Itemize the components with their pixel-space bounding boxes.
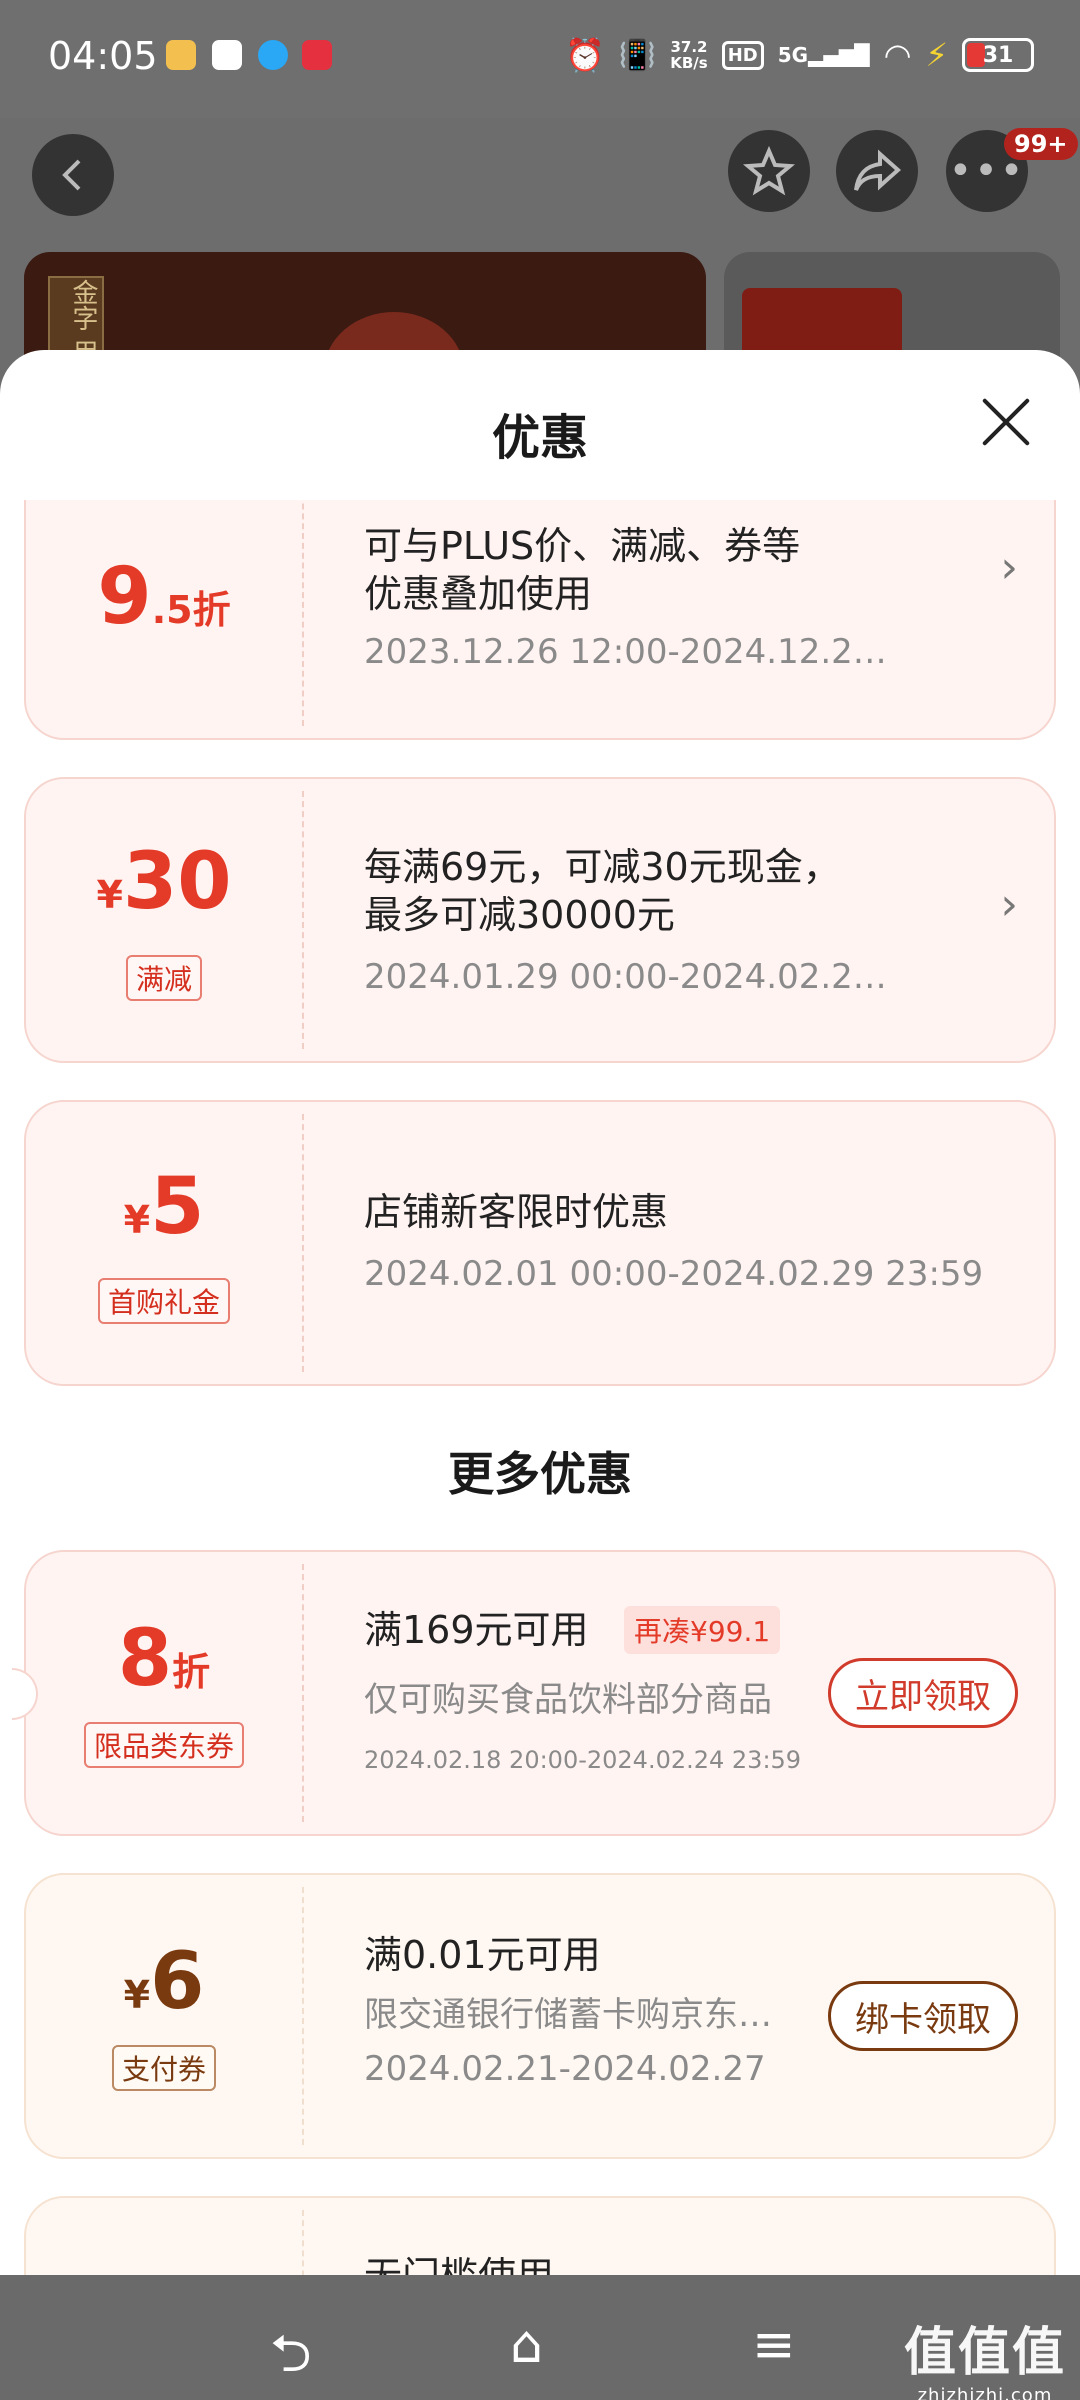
coupon-hint: 再凑¥99.1 [624,1606,781,1654]
promotions-sheet: 优惠 9.5折 可与PLUS价、满减、券等 优惠叠加使用 2023.12.26 … [0,350,1080,2275]
coupon-tag: 支付券 [111,2045,217,2091]
discount-value: 9.5折 [97,552,231,642]
favorite-button[interactable] [728,130,810,212]
promotion-desc: 每满69元，可减30元现金， 最多可减30000元 [364,845,841,937]
status-icons: ⏰ 📳 37.2 KB/s HD 5G▂▄▆█ ◠ ⚡ 31 [565,36,1034,74]
hd-icon: HD [721,40,764,70]
more-promotions-title: 更多优惠 [448,1447,632,1501]
watermark: 值值值 zhizhizhi.com [903,2323,1066,2400]
app-mail-icon [212,40,242,70]
claim-now-button[interactable]: 立即领取 [828,1658,1018,1728]
app-xiaohongshu-icon [302,40,332,70]
charging-icon: ⚡ [925,36,948,74]
coupon-condition: 满169元可用 [364,1608,589,1652]
coupon-card[interactable]: 无门槛使用 [24,2196,1056,2275]
coupon-tag: 限品类东券 [83,1722,245,1768]
chevron-right-icon: › [1000,879,1018,930]
promotion-list[interactable]: 9.5折 可与PLUS价、满减、券等 优惠叠加使用 2023.12.26 12:… [0,500,1080,2275]
promotion-card[interactable]: 9.5折 可与PLUS价、满减、券等 优惠叠加使用 2023.12.26 12:… [24,500,1056,740]
promotion-date: 2024.02.01 00:00-2024.02.29 23:59 [364,1254,984,1294]
chevron-right-icon: › [1000,542,1018,593]
coupon-card[interactable]: ¥6 支付券 满0.01元可用 限交通银行储蓄卡购京东… 2024.02.21-… [24,1873,1056,2159]
battery-icon: 31 [962,38,1034,72]
chevron-left-icon [62,159,81,191]
coupon-condition: 无门槛使用 [364,2252,554,2275]
nav-back-icon[interactable]: ⮌ [270,2315,312,2400]
message-badge: 99+ [1004,128,1078,160]
coupon-date: 2024.02.18 20:00-2024.02.24 23:59 [364,1746,802,1774]
promotion-tag: 首购礼金 [97,1278,231,1324]
discount-value: 8折 [117,1614,211,1704]
promotion-desc: 可与PLUS价、满减、券等 优惠叠加使用 [364,524,801,616]
share-icon [854,149,902,191]
share-button[interactable] [836,130,918,212]
coupon-condition: 满0.01元可用 [364,1933,601,1977]
screen: 04:05 ⏰ 📳 37.2 KB/s HD 5G▂▄▆█ ◠ ⚡ 31 •••… [0,0,1080,2400]
promotion-card[interactable]: ¥30 满减 每满69元，可减30元现金， 最多可减30000元 2024.01… [24,777,1056,1063]
promotion-desc: 店铺新客限时优惠 [364,1190,669,1234]
wifi-icon: ◠ [883,36,912,74]
discount-value: ¥5 [123,1162,205,1252]
coupon-scope: 限交通银行储蓄卡购京东… [364,1995,772,2035]
alarm-icon: ⏰ [565,36,605,74]
nav-menu-icon[interactable]: ≡ [752,2315,796,2375]
promotion-card[interactable]: ¥5 首购礼金 店铺新客限时优惠 2024.02.01 00:00-2024.0… [24,1100,1056,1386]
nav-home-icon[interactable]: ⌂ [510,2315,543,2375]
bind-card-claim-button[interactable]: 绑卡领取 [828,1981,1018,2051]
close-icon[interactable] [980,396,1032,448]
status-bar: 04:05 ⏰ 📳 37.2 KB/s HD 5G▂▄▆█ ◠ ⚡ 31 [0,0,1080,118]
signal-icon: 5G▂▄▆█ [777,43,870,67]
promotion-tag: 满减 [125,955,203,1001]
discount-value: ¥30 [96,837,232,927]
network-speed: 37.2 KB/s [670,38,708,72]
sheet-title: 优惠 [491,410,588,466]
coupon-card[interactable]: 8折 限品类东券 满169元可用 再凑¥99.1 仅可购买食品饮料部分商品 20… [12,1550,1056,1836]
app-bubble-icon [166,40,196,70]
vibrate-icon: 📳 [618,37,657,73]
back-button[interactable] [32,134,114,216]
app-qq-icon [258,40,288,70]
promotion-date: 2023.12.26 12:00-2024.12.2… [364,632,887,672]
discount-value: ¥6 [123,1937,205,2027]
coupon-scope: 仅可购买食品饮料部分商品 [364,1680,772,1720]
product-top-bar: ••• [0,130,1080,250]
coupon-date: 2024.02.21-2024.02.27 [364,2049,766,2089]
promotion-date: 2024.01.29 00:00-2024.02.2… [364,957,887,997]
status-time: 04:05 [48,34,158,78]
star-icon [743,145,795,196]
